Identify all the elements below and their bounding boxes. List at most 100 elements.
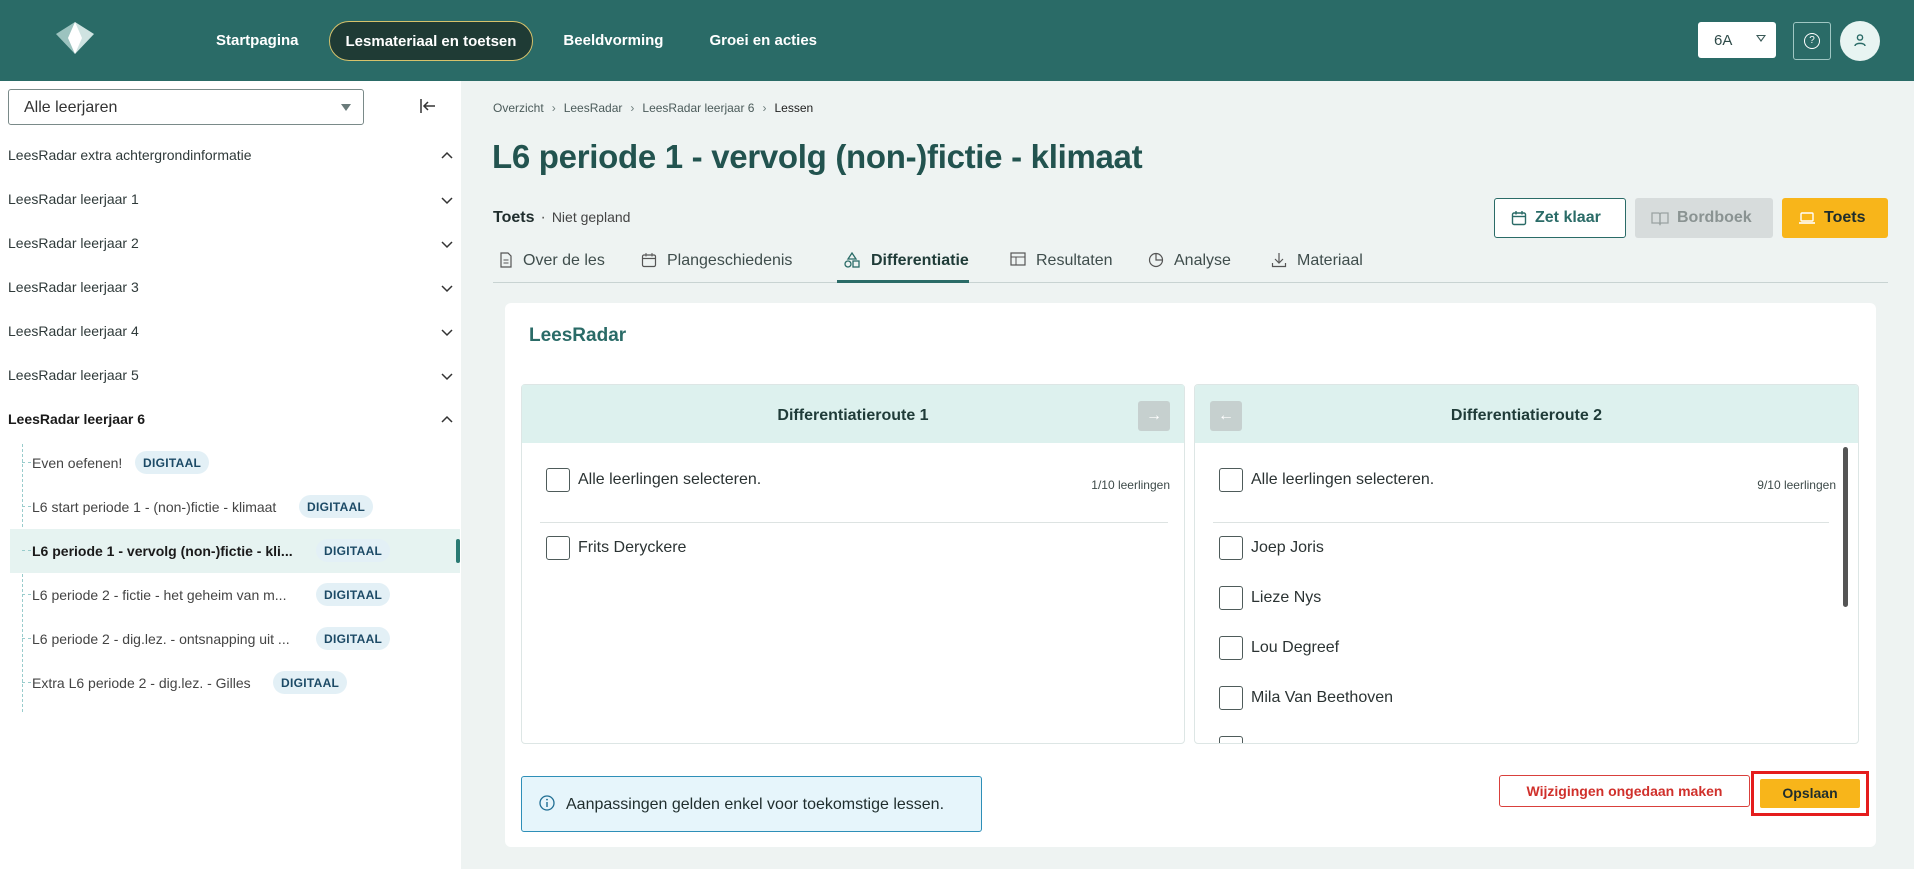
toets-button[interactable]: Toets: [1782, 198, 1888, 238]
avatar[interactable]: [1840, 21, 1880, 61]
class-select[interactable]: 6A: [1698, 22, 1776, 58]
student-checkbox[interactable]: [1219, 686, 1243, 710]
tab-label: Over de les: [523, 252, 605, 269]
info-text: Aanpassingen gelden enkel voor toekomsti…: [566, 796, 945, 813]
chevron-up-icon: [441, 151, 453, 159]
tab-label: Analyse: [1174, 252, 1231, 269]
student-checkbox[interactable]: [1219, 586, 1243, 610]
sidebar-item-l6-p2-fictie[interactable]: L6 periode 2 - fictie - het geheim van m…: [10, 573, 460, 617]
bordboek-label: Bordboek: [1677, 209, 1752, 226]
student-checkbox[interactable]: [546, 536, 570, 560]
info-icon: [539, 795, 555, 811]
route-1-panel: Differentiatieroute 1 → Alle leerlingen …: [521, 384, 1185, 744]
nav-groei[interactable]: Groei en acties: [693, 21, 833, 61]
differentiatie-card: LeesRadar Differentiatieroute 1 → Alle l…: [505, 303, 1876, 847]
chevron-down-icon: [341, 104, 351, 111]
bordboek-button[interactable]: Bordboek: [1635, 198, 1773, 238]
pie-chart-icon: [1148, 252, 1164, 268]
tab-plangeschiedenis[interactable]: Plangeschiedenis: [635, 252, 792, 283]
breadcrumb: Overzicht › LeesRadar › LeesRadar leerjaar…: [493, 101, 814, 115]
tab-materiaal[interactable]: Materiaal: [1265, 252, 1363, 283]
active-indicator: [456, 539, 460, 563]
sidebar-group-leerjaar-3[interactable]: LeesRadar leerjaar 3: [8, 279, 454, 301]
collapse-sidebar-icon[interactable]: [419, 97, 437, 115]
tab-analyse[interactable]: Analyse: [1142, 252, 1231, 283]
lesson-tabs: Over de les Plangeschiedenis Differentia…: [493, 246, 1888, 283]
tab-resultaten[interactable]: Resultaten: [1004, 252, 1113, 283]
route-2-panel: ← Differentiatieroute 2 Alle leerlingen …: [1194, 384, 1859, 744]
tab-differentiatie[interactable]: Differentiatie: [837, 252, 969, 283]
sidebar-group-leerjaar-2[interactable]: LeesRadar leerjaar 2: [8, 235, 454, 257]
breadcrumb-overzicht[interactable]: Overzicht: [493, 101, 544, 115]
nav-beeldvorming[interactable]: Beeldvorming: [547, 21, 679, 61]
digitaal-badge: DIGITAAL: [135, 451, 210, 474]
user-icon: [1854, 34, 1866, 47]
sidebar-group-leerjaar-4[interactable]: LeesRadar leerjaar 4: [8, 323, 454, 345]
chevron-up-icon: [441, 415, 453, 423]
group-label: LeesRadar leerjaar 1: [8, 191, 139, 207]
tab-label: Resultaten: [1036, 252, 1113, 269]
select-all-checkbox[interactable]: [546, 468, 570, 492]
zet-klaar-button[interactable]: Zet klaar: [1494, 198, 1626, 238]
tab-over-de-les[interactable]: Over de les: [493, 252, 605, 283]
page-title: L6 periode 1 - vervolg (non-)fictie - kl…: [492, 138, 1143, 175]
student-checkbox[interactable]: [1219, 736, 1243, 743]
chevron-down-icon: [1756, 35, 1766, 42]
year-select[interactable]: Alle leerjaren: [8, 89, 364, 125]
undo-changes-button[interactable]: Wijzigingen ongedaan maken: [1499, 775, 1750, 807]
student-name: Mila Van Beethoven: [1251, 689, 1394, 706]
year-select-value: Alle leerjaren: [24, 99, 118, 116]
sidebar-item-l6-start-p1[interactable]: L6 start periode 1 - (non-)fictie - klim…: [10, 485, 460, 529]
move-right-button[interactable]: →: [1138, 401, 1170, 431]
student-name: Lieze Nys: [1251, 589, 1322, 606]
route-1-header: Differentiatieroute 1 →: [522, 385, 1184, 443]
route-2-scrollbar[interactable]: [1843, 447, 1848, 607]
chevron-down-icon: [441, 285, 453, 293]
chevron-down-icon: [441, 329, 453, 337]
select-all-checkbox[interactable]: [1219, 468, 1243, 492]
sidebar-item-extra-l6-p2[interactable]: Extra L6 periode 2 - dig.lez. - Gilles D…: [10, 661, 460, 705]
digitaal-badge: DIGITAAL: [316, 627, 391, 650]
sidebar-item-l6-p1-vervolg[interactable]: L6 periode 1 - vervolg (non-)fictie - kl…: [10, 529, 460, 573]
sidebar-item-label: L6 periode 2 - dig.lez. - ontsnapping ui…: [32, 631, 290, 647]
book-icon: [1651, 212, 1669, 226]
calendar-icon: [1511, 211, 1527, 226]
class-select-value: 6A: [1714, 32, 1733, 49]
save-button-highlight: Opslaan: [1751, 771, 1869, 816]
route-1-title: Differentiatieroute 1: [777, 407, 929, 424]
sidebar: Alle leerjaren LeesRadar extra achtergro…: [0, 81, 461, 869]
sidebar-group-leerjaar-5[interactable]: LeesRadar leerjaar 5: [8, 367, 454, 389]
chevron-down-icon: [441, 241, 453, 249]
sidebar-item-label: L6 start periode 1 - (non-)fictie - klim…: [32, 499, 277, 515]
tab-label: Differentiatie: [871, 252, 969, 269]
breadcrumb-leerjaar-6[interactable]: LeesRadar leerjaar 6: [642, 101, 754, 115]
calendar-icon: [641, 253, 657, 268]
help-icon: ?: [1804, 33, 1820, 49]
student-checkbox[interactable]: [1219, 636, 1243, 660]
student-name: Joep Joris: [1251, 539, 1324, 556]
breadcrumb-lessen: Lessen: [774, 101, 814, 115]
digitaal-badge: DIGITAAL: [316, 583, 391, 606]
sidebar-group-leerjaar-1[interactable]: LeesRadar leerjaar 1: [8, 191, 454, 213]
sidebar-group-leerjaar-6[interactable]: LeesRadar leerjaar 6: [8, 411, 454, 433]
nav-startpagina[interactable]: Startpagina: [200, 21, 315, 61]
laptop-icon: [1799, 212, 1815, 224]
sidebar-item-even-oefenen[interactable]: Even oefenen! DIGITAAL: [10, 441, 460, 485]
shapes-icon: [844, 252, 860, 268]
breadcrumb-leesradar[interactable]: LeesRadar: [564, 101, 623, 115]
student-name: Lou Degreef: [1251, 639, 1340, 656]
save-button[interactable]: Opslaan: [1760, 779, 1860, 808]
main-nav: Startpagina Lesmateriaal en toetsen Beel…: [200, 21, 847, 61]
sidebar-item-label: L6 periode 1 - vervolg (non-)fictie - kl…: [32, 543, 293, 559]
tab-label: Materiaal: [1297, 252, 1363, 269]
student-checkbox[interactable]: [1219, 536, 1243, 560]
lesson-type: Toets: [493, 209, 535, 226]
sidebar-group-extra[interactable]: LeesRadar extra achtergrondinformatie: [8, 147, 454, 169]
help-button[interactable]: ?: [1793, 22, 1831, 60]
nav-lesmateriaal[interactable]: Lesmateriaal en toetsen: [328, 21, 534, 61]
chevron-down-icon: [441, 373, 453, 381]
sidebar-item-l6-p2-diglez[interactable]: L6 periode 2 - dig.lez. - ontsnapping ui…: [10, 617, 460, 661]
sidebar-item-label: Even oefenen!: [32, 455, 123, 471]
group-label: LeesRadar leerjaar 2: [8, 235, 139, 251]
logo-icon[interactable]: [54, 20, 96, 56]
